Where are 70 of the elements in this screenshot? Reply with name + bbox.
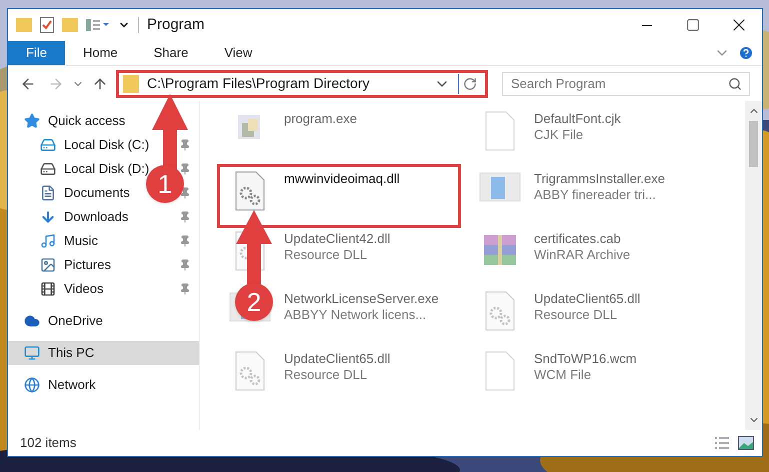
file-type: ABBY finereader tri... bbox=[534, 187, 657, 203]
new-folder-icon bbox=[62, 18, 78, 32]
film-icon bbox=[40, 281, 56, 297]
up-icon[interactable] bbox=[92, 76, 108, 92]
item-count: 102 items bbox=[20, 434, 78, 452]
blank-file-icon bbox=[484, 351, 516, 391]
address-bar[interactable]: C:\Program Files\Program Directory bbox=[116, 70, 488, 98]
file-name[interactable]: SndToWP16.wcm bbox=[534, 351, 637, 367]
cloud-icon bbox=[24, 313, 40, 329]
nav-item[interactable]: Downloads bbox=[40, 207, 128, 227]
file-type: CJK File bbox=[534, 127, 584, 143]
file-type: Resource DLL bbox=[284, 367, 368, 383]
nav-item[interactable]: Videos bbox=[40, 279, 104, 299]
ribbon-tab[interactable]: Share bbox=[136, 41, 206, 65]
nav-item[interactable]: This PC bbox=[24, 343, 94, 363]
properties-icon bbox=[40, 17, 54, 33]
file-name[interactable]: DefaultFont.cjk bbox=[534, 111, 621, 127]
minimize-icon bbox=[642, 24, 652, 26]
file-name[interactable]: TrigrammsInstaller.exe bbox=[534, 171, 665, 187]
file-name[interactable]: certificates.cab bbox=[534, 231, 630, 247]
scroll-thumb[interactable] bbox=[749, 121, 758, 167]
search-icon bbox=[728, 76, 742, 90]
file-name[interactable]: mwwinvideoimaq.dll bbox=[284, 171, 400, 187]
nav-item[interactable]: Network bbox=[24, 375, 96, 395]
nav-item[interactable]: Pictures bbox=[40, 255, 111, 275]
file-type: WCM File bbox=[534, 367, 592, 383]
file-type: Resource DLL bbox=[534, 307, 618, 323]
music-note-icon bbox=[40, 233, 56, 249]
large-icons-view-icon[interactable] bbox=[738, 436, 754, 450]
file-name[interactable]: program.exe bbox=[284, 111, 357, 127]
blank-file-icon bbox=[484, 111, 516, 151]
maximize-icon bbox=[686, 18, 700, 32]
file-name[interactable]: UpdateClient42.dll bbox=[284, 231, 390, 247]
file-type: Resource DLL bbox=[284, 247, 368, 263]
nav-item[interactable]: Quick access bbox=[24, 111, 126, 131]
ribbon-tab[interactable]: File bbox=[8, 41, 65, 65]
gear-file-icon bbox=[234, 171, 266, 211]
document-icon bbox=[40, 185, 56, 201]
nav-item[interactable]: Music bbox=[40, 231, 98, 251]
file-type: ABBYY Network licens... bbox=[284, 307, 428, 323]
nav-item[interactable]: Documents bbox=[40, 183, 130, 203]
view-options-icon bbox=[86, 18, 110, 32]
nav-item[interactable]: OneDrive bbox=[24, 311, 103, 331]
drive-icon bbox=[40, 161, 56, 177]
help-icon[interactable] bbox=[738, 45, 754, 61]
window-title: Program bbox=[147, 14, 206, 35]
folder-icon bbox=[16, 18, 32, 32]
download-icon bbox=[40, 209, 56, 225]
drive-icon bbox=[40, 137, 56, 153]
search-field[interactable]: Search Program bbox=[502, 72, 750, 96]
star-icon bbox=[24, 113, 40, 129]
monitor-icon bbox=[24, 345, 40, 361]
file-name[interactable]: UpdateClient65.dll bbox=[284, 351, 390, 367]
gear-file-icon bbox=[484, 291, 516, 331]
window-icon bbox=[479, 171, 521, 203]
refresh-icon[interactable] bbox=[463, 76, 477, 90]
ribbon-tab[interactable]: Home bbox=[64, 41, 136, 65]
file-name[interactable]: NetworkLicenseServer.exe bbox=[284, 291, 439, 307]
nav-item[interactable]: Local Disk (C:) bbox=[40, 135, 150, 155]
address-path: C:\Program Files\Program Directory bbox=[147, 74, 370, 93]
ribbon-tab[interactable]: View bbox=[206, 41, 270, 65]
back-icon[interactable] bbox=[20, 76, 36, 92]
globe-icon bbox=[24, 377, 40, 393]
gear-file-icon bbox=[234, 351, 266, 391]
file-type: WinRAR Archive bbox=[534, 247, 630, 263]
details-view-icon[interactable] bbox=[714, 436, 730, 450]
folder-icon bbox=[123, 74, 139, 92]
picture-icon bbox=[40, 257, 56, 273]
file-name[interactable]: UpdateClient65.dll bbox=[534, 291, 640, 307]
scrollbar[interactable] bbox=[745, 101, 762, 430]
